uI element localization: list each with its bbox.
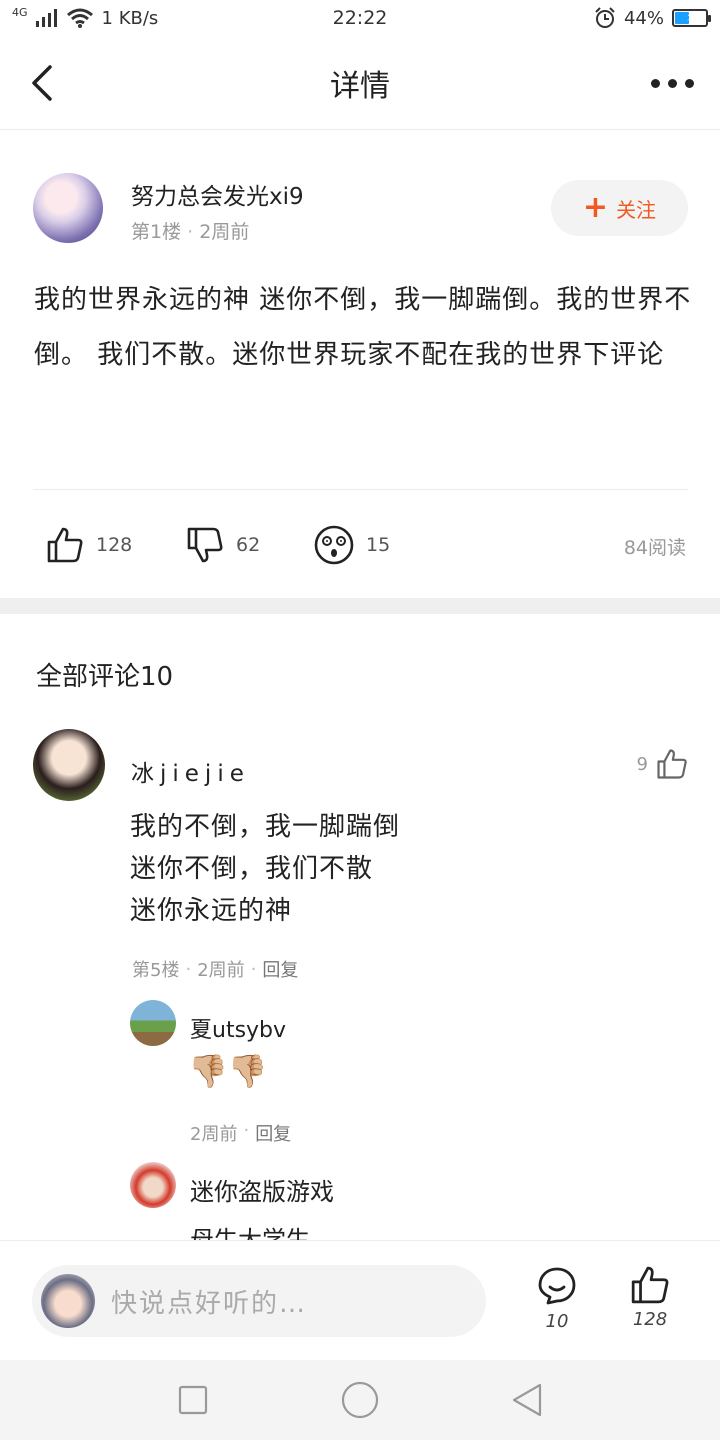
separator-dot: · [185, 958, 192, 980]
more-dot-icon [684, 78, 694, 88]
battery-icon: ⚡ [672, 9, 711, 27]
comment-line: 迷你永远的神 [130, 896, 293, 926]
separator-dot: · [250, 958, 257, 980]
status-bar: 4G 1 KB/s 22:22 44% ⚡ [0, 0, 720, 36]
post-floor: 第1楼 [131, 221, 182, 243]
thumbs-up-icon [631, 1266, 669, 1304]
more-options-button[interactable] [644, 66, 700, 100]
comment-meta: 第5楼 · 2周前 · 回复 [132, 956, 298, 982]
comment-time: 2周前 [197, 960, 245, 981]
post-time: 2周前 [199, 221, 250, 243]
alarm-icon [595, 7, 615, 28]
separator-dot: · [187, 221, 200, 243]
author-avatar[interactable] [33, 173, 103, 243]
reply-link[interactable]: 回复 [255, 1120, 291, 1146]
my-avatar [41, 1274, 95, 1328]
follow-label: 关注 [616, 197, 657, 222]
comment-bubble-icon [538, 1267, 576, 1305]
divider [33, 489, 688, 490]
reply-author[interactable]: 迷你盗版游戏 [190, 1172, 334, 1207]
author-name[interactable]: 努力总会发光xi9 [131, 177, 304, 211]
separator-dot: · [243, 1120, 250, 1141]
comment-input-bar: 快说点好听的… 10 128 [0, 1240, 720, 1360]
emoji-reaction-button[interactable]: 15 [314, 523, 390, 567]
battery-percent: 44% [623, 7, 664, 29]
dislike-count: 62 [236, 534, 261, 556]
network-label: 4G [12, 5, 28, 19]
comment-line: 迷你不倒，我们不散 [130, 854, 374, 884]
reply-avatar[interactable] [130, 1000, 176, 1046]
recents-button[interactable] [163, 1370, 223, 1430]
comment-input[interactable]: 快说点好听的… [32, 1265, 486, 1337]
triangle-back-icon [512, 1383, 541, 1417]
more-dot-icon [650, 78, 660, 88]
thumbs-up-icon [657, 749, 687, 779]
reply-time: 2周前 [190, 1124, 238, 1145]
commenter-avatar[interactable] [33, 729, 105, 801]
status-right: 44% ⚡ [594, 7, 711, 29]
post-card: 努力总会发光xi9 第1楼 · 2周前 + 关注 我的世界永远的神 迷你不倒，我… [0, 131, 720, 597]
square-icon [179, 1385, 208, 1415]
network-speed: 1 KB/s [101, 7, 159, 29]
reply-text: 母牛大学生 [190, 1226, 310, 1240]
emoji-count: 15 [366, 534, 391, 556]
circle-icon [341, 1381, 379, 1419]
dislike-button[interactable]: 62 [186, 523, 260, 567]
follow-button[interactable]: + 关注 [551, 180, 688, 236]
section-divider [0, 598, 720, 614]
back-button[interactable] [20, 58, 64, 108]
comment-floor: 第5楼 [132, 960, 180, 981]
more-dot-icon [667, 78, 677, 88]
read-count: 84阅读 [623, 537, 686, 559]
like-button[interactable]: 128 [46, 523, 132, 567]
home-button[interactable] [330, 1370, 390, 1430]
comment-text: 我的不倒，我一脚踹倒 迷你不倒，我们不散 迷你永远的神 [130, 806, 650, 932]
reply-avatar[interactable] [130, 1162, 176, 1208]
reply-text: 👎🏼👎🏼 [188, 1052, 268, 1090]
comments-heading: 全部评论10 [36, 662, 174, 692]
comment-line: 我的不倒，我一脚踹倒 [130, 812, 401, 842]
like-button[interactable]: 128 [630, 1265, 670, 1330]
reply-link[interactable]: 回复 [262, 956, 298, 982]
comment-count: 10 [545, 1311, 569, 1332]
charging-icon: ⚡ [686, 9, 696, 25]
status-left: 4G 1 KB/s [12, 5, 159, 29]
dizzy-face-icon [314, 525, 354, 565]
plus-icon: + [582, 190, 609, 225]
back-arrow-icon [32, 65, 52, 101]
input-placeholder: 快说点好听的… [111, 1288, 308, 1319]
page-title: 详情 [330, 68, 390, 104]
back-nav-button[interactable] [497, 1370, 557, 1430]
comments-button[interactable]: 10 [536, 1265, 578, 1332]
top-header: 详情 [0, 36, 720, 130]
thumbs-up-icon [47, 527, 83, 563]
like-count: 128 [96, 534, 133, 556]
wifi-icon [66, 8, 93, 28]
commenter-name[interactable]: 冰jiejie [131, 754, 250, 788]
post-content: 我的世界永远的神 迷你不倒，我一脚踹倒。我的世界不倒。 我们不散。迷你世界玩家不… [34, 285, 692, 370]
reply-meta: 2周前 · 回复 [190, 1120, 291, 1146]
system-nav-bar [0, 1360, 720, 1440]
thumbs-down-icon [187, 527, 223, 563]
reply-author[interactable]: 夏utsybv [190, 1012, 286, 1044]
like-count: 128 [632, 1309, 668, 1330]
signal-icon [35, 9, 57, 27]
author-meta: 第1楼 · 2周前 [131, 217, 249, 244]
comment-like-button[interactable]: 9 [637, 748, 688, 780]
comment-like-count: 9 [636, 753, 648, 775]
